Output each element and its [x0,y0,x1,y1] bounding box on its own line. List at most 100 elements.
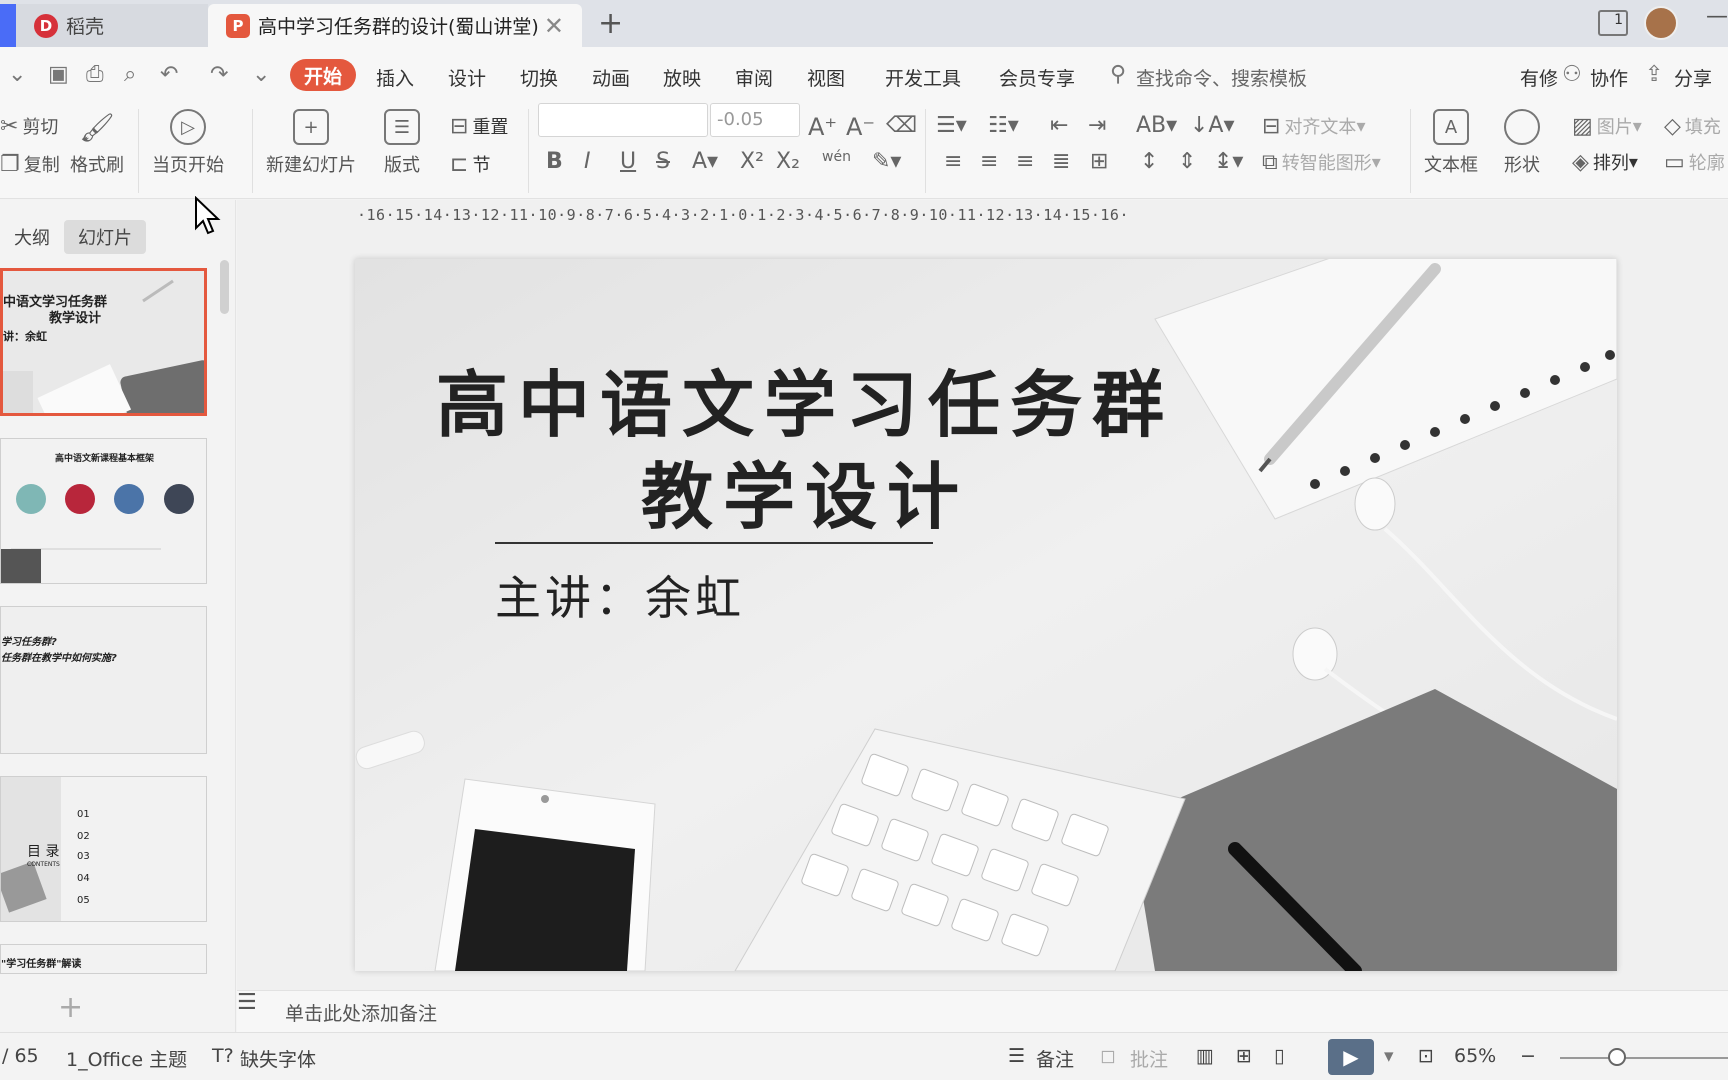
bullets-button[interactable]: ☰▾ [936,113,971,138]
tab-document[interactable]: P 高中学习任务群的设计(蜀山讲堂) ✕ [208,4,582,47]
slide-thumb-3[interactable]: 学习任务群? 任务群在教学中如何实施? [0,606,207,754]
normal-view-icon[interactable]: ▥ [1196,1045,1214,1067]
slide-subtitle[interactable]: 主讲：余虹 [495,562,745,628]
underline-button[interactable]: U [620,149,640,174]
zoom-level[interactable]: 65% [1454,1045,1496,1067]
close-tab-icon[interactable]: ✕ [544,12,564,40]
undo-icon[interactable]: ↶ [160,62,178,87]
numbering-button[interactable]: ☷▾ [988,113,1023,138]
clear-format-button[interactable]: ⌫ [886,113,921,138]
bold-button[interactable]: B [546,149,567,174]
menu-view[interactable]: 视图 [807,64,845,91]
slide-thumb-2[interactable]: 高中语文新课程基本框架 [0,438,207,584]
grid-view-icon[interactable]: ⊞ [1236,1045,1252,1067]
cut-button[interactable]: ✂ 剪切 [0,113,58,139]
menu-member[interactable]: 会员专享 [999,64,1075,91]
tab-docer[interactable]: D 稻壳 [0,4,208,47]
justify-button[interactable]: ≣ [1052,149,1074,174]
theme-name[interactable]: 1_Office 主题 [66,1045,187,1072]
new-slide-button[interactable]: + 新建幻灯片 [266,109,356,177]
collab-button[interactable]: 协作 [1590,64,1628,91]
notes-bar[interactable]: 单击此处添加备注 [237,990,1728,1032]
zoom-slider-track[interactable] [1560,1057,1728,1059]
section-button[interactable]: ⊏ 节 [450,151,490,177]
smartart-button[interactable]: ⧉ 转智能图形 ▾ [1262,149,1381,175]
strikethrough-button[interactable]: S [656,149,674,174]
menu-transition[interactable]: 切换 [520,64,558,91]
history-button[interactable]: 有修 [1520,64,1558,91]
pinyin-button[interactable]: wén [822,149,855,165]
comments-button[interactable]: 批注 [1130,1045,1168,1072]
highlight-button[interactable]: ✎▾ [872,149,905,174]
align-text-button[interactable]: ⊟ 对齐文本 ▾ [1262,113,1365,139]
text-direction-button[interactable]: AB▾ [1136,113,1181,138]
notes-toggle-button[interactable]: 备注 [1036,1045,1074,1072]
menu-insert[interactable]: 插入 [376,64,414,91]
arrange-button[interactable]: ◈ 排列 ▾ [1572,149,1638,175]
spacing-options-button[interactable]: ↨▾ [1214,149,1247,174]
play-slideshow-button[interactable]: ▶ [1328,1039,1374,1075]
fill-button[interactable]: ◇ 填充 [1664,113,1721,139]
menu-design[interactable]: 设计 [448,64,486,91]
share-button[interactable]: 分享 [1674,64,1712,91]
reading-view-icon[interactable]: ▯ [1274,1045,1284,1067]
redo-icon[interactable]: ↷ [210,62,228,87]
menu-home[interactable]: 开始 [290,59,356,91]
paragraph-spacing-button[interactable]: ⇕ [1178,149,1200,174]
menu-developer[interactable]: 开发工具 [885,64,961,91]
font-name-select[interactable] [538,103,708,137]
reset-button[interactable]: ⊟ 重置 [450,113,508,139]
chevron-down-icon[interactable]: ⌄ [8,62,26,87]
save-icon[interactable]: ▣ [48,62,69,87]
slide-thumb-1[interactable]: 中语文学习任务群 教学设计 讲：余虹 [0,268,207,416]
customize-icon[interactable]: ⌄ [252,62,270,87]
textbox-button[interactable]: A 文本框 [1424,109,1478,177]
subscript-button[interactable]: X₂ [776,149,804,174]
outline-button[interactable]: ▭ 轮廓 [1664,149,1725,175]
decrease-indent-button[interactable]: ⇤ [1050,113,1072,138]
layout-button[interactable]: ☰ 版式 [384,109,420,177]
increase-indent-button[interactable]: ⇥ [1088,113,1110,138]
panel-scrollbar[interactable] [220,260,229,314]
print-icon[interactable]: ⎙ [86,62,104,87]
sort-button[interactable]: ↓A▾ [1190,113,1239,138]
italic-button[interactable]: I [584,149,595,174]
copy-button[interactable]: ❐ 复制 [0,151,60,177]
line-spacing-button[interactable]: ↕ [1140,149,1162,174]
menu-slideshow[interactable]: 放映 [663,64,701,91]
superscript-button[interactable]: X² [740,149,768,174]
font-size-select[interactable]: -0.05 [710,103,800,137]
slide-canvas[interactable]: 高中语文学习任务群 教学设计 主讲：余虹 [355,259,1617,971]
picture-button[interactable]: ▨ 图片 ▾ [1572,113,1642,139]
play-options-icon[interactable]: ▾ [1384,1045,1394,1067]
user-avatar[interactable] [1644,6,1678,40]
tab-slides[interactable]: 幻灯片 [64,220,146,254]
shape-button[interactable]: 形状 [1504,109,1540,177]
menu-animation[interactable]: 动画 [592,64,630,91]
align-center-button[interactable]: ≡ [980,149,1002,174]
new-tab-button[interactable]: + [598,6,623,41]
play-from-current-button[interactable]: ▷ 当页开始 [152,109,224,177]
align-right-button[interactable]: ≡ [1016,149,1038,174]
font-color-button[interactable]: A▾ [692,149,722,174]
align-left-button[interactable]: ≡ [944,149,966,174]
slide-thumb-4[interactable]: 目 录 CONTENTS 01 02 03 04 05 [0,776,207,922]
format-painter-button[interactable]: 🖌 格式刷 [70,109,124,177]
zoom-out-icon[interactable]: − [1520,1045,1536,1067]
menu-review[interactable]: 审阅 [735,64,773,91]
zoom-slider-handle[interactable] [1608,1048,1626,1066]
fit-window-icon[interactable]: ⊡ [1418,1045,1434,1067]
tab-outline[interactable]: 大纲 [0,220,64,254]
add-slide-button[interactable]: + [58,990,83,1025]
horizontal-ruler[interactable]: ·16·15·14·13·12·11·10·9·8·7·6·5·4·3·2·1·… [357,206,1613,226]
print-preview-icon[interactable]: ⌕ [124,62,136,87]
window-layout-icon[interactable]: 1 [1598,10,1628,36]
distribute-button[interactable]: ⊞ [1090,149,1112,174]
slide-title[interactable]: 高中语文学习任务群 教学设计 [435,359,1175,543]
command-search[interactable]: 查找命令、搜索模板 [1136,64,1307,91]
missing-font-button[interactable]: 缺失字体 [240,1045,316,1072]
grow-font-button[interactable]: A⁺ [808,113,841,141]
minimize-icon[interactable]: — [1706,4,1728,29]
slide-thumb-5[interactable]: "学习任务群"解读 [0,944,207,974]
shrink-font-button[interactable]: A⁻ [846,113,879,141]
